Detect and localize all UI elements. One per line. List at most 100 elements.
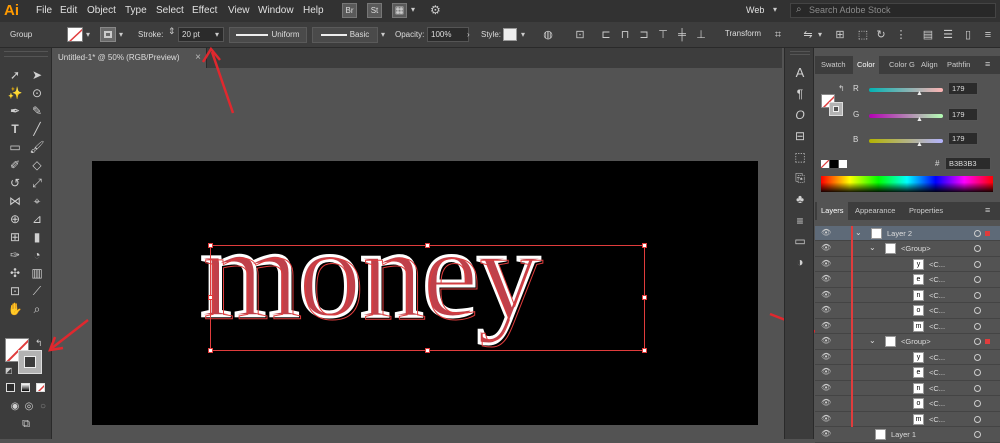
r-slider[interactable] [869, 88, 943, 92]
visibility-eye-icon[interactable]: 👁 [821, 275, 831, 283]
gradient-panel-icon[interactable]: ▭ [789, 232, 811, 250]
opentype-panel-icon[interactable]: O [789, 106, 811, 124]
expand-chevron-icon[interactable]: ⌄ [855, 228, 862, 237]
visibility-eye-icon[interactable]: 👁 [821, 306, 831, 314]
g-slider[interactable] [869, 114, 943, 118]
properties-panel-icon[interactable]: ⊟ [789, 127, 811, 145]
expand-chevron-icon[interactable]: ⌄ [869, 243, 876, 252]
selection-indicator[interactable] [985, 230, 990, 236]
layer-thumbnail: o [913, 305, 924, 316]
target-circle-icon[interactable] [974, 322, 981, 330]
b-slider[interactable] [869, 139, 943, 143]
layer-name[interactable]: <C... [929, 322, 945, 331]
layer-name[interactable]: <C... [929, 260, 945, 269]
paragraph-panel-icon[interactable]: ¶ [789, 85, 811, 103]
transparency-panel-icon[interactable]: ◑ [789, 253, 811, 271]
libraries-panel-icon[interactable]: ⬚ [789, 148, 811, 166]
target-circle-icon[interactable] [974, 229, 981, 237]
group-row[interactable]: 👁 ⌄ <Group> [815, 334, 1000, 350]
visibility-eye-icon[interactable]: 👁 [821, 352, 831, 361]
layer-name[interactable]: <Group> [901, 244, 931, 253]
target-circle-icon[interactable] [974, 260, 981, 268]
visibility-eye-icon[interactable]: 👁 [821, 430, 831, 438]
target-circle-icon[interactable] [974, 415, 981, 423]
layer-name[interactable]: <C... [929, 399, 945, 408]
sublayer-row[interactable]: 👁 m <C... [815, 411, 1000, 427]
layer-name[interactable]: <C... [929, 291, 945, 300]
b-slider-thumb[interactable]: ▲ [916, 141, 923, 148]
color-stroke-swatch[interactable] [829, 102, 843, 116]
layer-row[interactable]: 👁 Layer 1 [815, 427, 1000, 443]
symbols-panel-icon[interactable]: ♣ [789, 190, 811, 208]
r-slider-thumb[interactable]: ▲ [916, 90, 923, 97]
panel-menu-icon[interactable]: ≡ [985, 205, 990, 215]
visibility-eye-icon[interactable]: 👁 [821, 368, 831, 376]
visibility-eye-icon[interactable]: 👁 [821, 228, 831, 237]
visibility-eye-icon[interactable]: 👁 [821, 414, 831, 423]
character-panel-icon[interactable]: A [789, 64, 811, 82]
tab-pathfinder[interactable]: Pathfin [943, 56, 974, 74]
layer-color-bar [851, 380, 853, 396]
target-circle-icon[interactable] [974, 369, 981, 376]
sublayer-row[interactable]: 👁 e <C... [815, 272, 1000, 288]
layer-row[interactable]: 👁 ⌄ Layer 2 [815, 225, 1000, 241]
visibility-eye-icon[interactable]: 👁 [821, 399, 831, 407]
layer-name[interactable]: Layer 1 [891, 430, 916, 439]
sublayer-row[interactable]: 👁 m <C... [815, 318, 1000, 334]
sublayer-row[interactable]: 👁 o <C... [815, 303, 1000, 319]
tab-swatches[interactable]: Swatch [817, 56, 850, 74]
sublayer-row[interactable]: 👁 n <C... [815, 380, 1000, 396]
b-value-field[interactable]: 179 [948, 132, 978, 145]
none-swatch[interactable] [821, 160, 829, 168]
target-circle-icon[interactable] [974, 307, 981, 314]
layer-name[interactable]: <C... [929, 415, 945, 424]
tab-color-guide[interactable]: Color G [885, 56, 919, 74]
visibility-eye-icon[interactable]: 👁 [821, 321, 831, 330]
tab-properties[interactable]: Properties [905, 202, 947, 220]
expand-chevron-icon[interactable]: ⌄ [869, 336, 876, 345]
hex-value-field[interactable]: B3B3B3 [945, 157, 991, 170]
visibility-eye-icon[interactable]: 👁 [821, 337, 831, 345]
target-circle-icon[interactable] [974, 291, 981, 299]
tab-layers[interactable]: Layers [817, 202, 848, 220]
swap-colors-icon[interactable]: ↰ [838, 84, 845, 93]
layer-name[interactable]: <C... [929, 368, 945, 377]
export-panel-icon[interactable]: ⎘ [789, 169, 811, 187]
visibility-eye-icon[interactable]: 👁 [821, 290, 831, 299]
layer-name[interactable]: <Group> [901, 337, 931, 346]
layer-name[interactable]: <C... [929, 275, 945, 284]
group-row[interactable]: 👁 ⌄ <Group> [815, 241, 1000, 257]
sublayer-row[interactable]: 👁 y <C... [815, 256, 1000, 272]
layer-name[interactable]: <C... [929, 353, 945, 362]
target-circle-icon[interactable] [974, 431, 981, 438]
dock-grip[interactable] [790, 51, 810, 55]
sublayer-row[interactable]: 👁 o <C... [815, 396, 1000, 412]
black-swatch[interactable] [830, 160, 838, 168]
visibility-eye-icon[interactable]: 👁 [821, 383, 831, 392]
panel-menu-icon[interactable]: ≡ [985, 59, 990, 69]
g-value-field[interactable]: 179 [948, 108, 978, 121]
layer-name[interactable]: <C... [929, 306, 945, 315]
visibility-eye-icon[interactable]: 👁 [821, 244, 831, 252]
tab-align[interactable]: Align [917, 56, 942, 74]
tab-color[interactable]: Color [853, 56, 879, 74]
stroke-panel-icon[interactable]: ≡ [789, 212, 811, 230]
target-circle-icon[interactable] [974, 245, 981, 252]
visibility-eye-icon[interactable]: 👁 [821, 259, 831, 268]
target-circle-icon[interactable] [974, 338, 981, 345]
sublayer-row[interactable]: 👁 e <C... [815, 365, 1000, 381]
color-spectrum[interactable] [821, 176, 993, 192]
selection-indicator[interactable] [985, 339, 990, 344]
r-value-field[interactable]: 179 [948, 82, 978, 95]
layer-name[interactable]: <C... [929, 384, 945, 393]
target-circle-icon[interactable] [974, 353, 981, 361]
target-circle-icon[interactable] [974, 384, 981, 392]
sublayer-row[interactable]: 👁 y <C... [815, 349, 1000, 365]
tab-appearance[interactable]: Appearance [851, 202, 899, 220]
target-circle-icon[interactable] [974, 400, 981, 407]
white-swatch[interactable] [839, 160, 847, 168]
target-circle-icon[interactable] [974, 276, 981, 283]
layer-name[interactable]: Layer 2 [887, 229, 912, 238]
sublayer-row[interactable]: 👁 n <C... [815, 287, 1000, 303]
g-slider-thumb[interactable]: ▲ [916, 116, 923, 123]
